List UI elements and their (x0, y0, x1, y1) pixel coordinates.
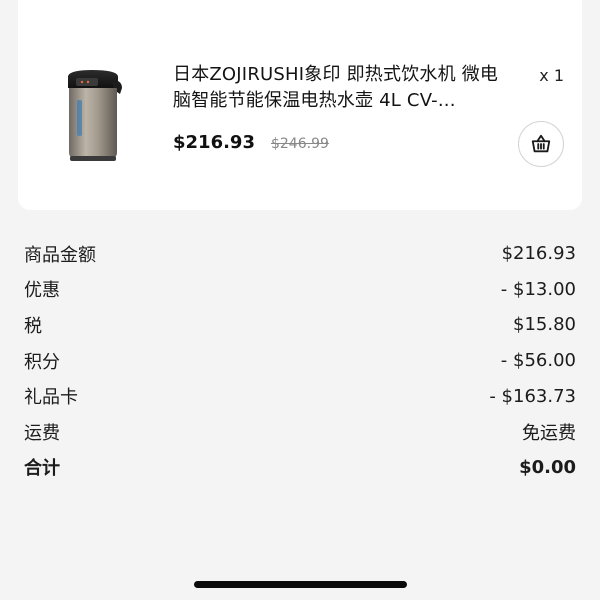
summary-label: 积分 (24, 351, 60, 373)
summary-label: 商品金额 (24, 244, 96, 266)
product-price: $216.93 (173, 132, 255, 153)
summary-row-total: 合计 $0.00 (24, 450, 576, 486)
home-indicator[interactable] (194, 581, 407, 588)
summary-label: 税 (24, 315, 42, 337)
total-label: 合计 (24, 458, 60, 480)
price-row: $216.93 $246.99 (173, 132, 329, 153)
order-summary: 商品金额 $216.93 优惠 - $13.00 税 $15.80 积分 - $… (24, 236, 576, 485)
summary-value: - $13.00 (500, 278, 576, 300)
product-image[interactable] (62, 66, 124, 164)
summary-label: 礼品卡 (24, 387, 78, 409)
summary-value: 免运费 (522, 422, 576, 444)
summary-value: $216.93 (501, 243, 576, 265)
summary-row-shipping: 运费 免运费 (24, 414, 576, 450)
product-title[interactable]: 日本ZOJIRUSHI象印 即热式饮水机 微电脑智能节能保温电热水壶 4L CV… (173, 62, 513, 114)
product-quantity: x 1 (539, 66, 564, 85)
summary-value: - $163.73 (489, 385, 576, 407)
add-to-cart-button[interactable] (518, 121, 564, 167)
summary-row-discount: 优惠 - $13.00 (24, 272, 576, 308)
summary-label: 运费 (24, 422, 60, 444)
summary-row-points: 积分 - $56.00 (24, 343, 576, 379)
basket-icon (531, 134, 551, 153)
summary-value: $15.80 (513, 314, 576, 336)
product-original-price: $246.99 (270, 136, 329, 152)
product-card[interactable]: 日本ZOJIRUSHI象印 即热式饮水机 微电脑智能节能保温电热水壶 4L CV… (18, 0, 582, 210)
summary-row-tax: 税 $15.80 (24, 307, 576, 343)
summary-value: - $56.00 (500, 350, 576, 372)
summary-row-gift-card: 礼品卡 - $163.73 (24, 378, 576, 414)
summary-row-subtotal: 商品金额 $216.93 (24, 236, 576, 272)
total-value: $0.00 (519, 456, 576, 478)
summary-label: 优惠 (24, 280, 60, 302)
